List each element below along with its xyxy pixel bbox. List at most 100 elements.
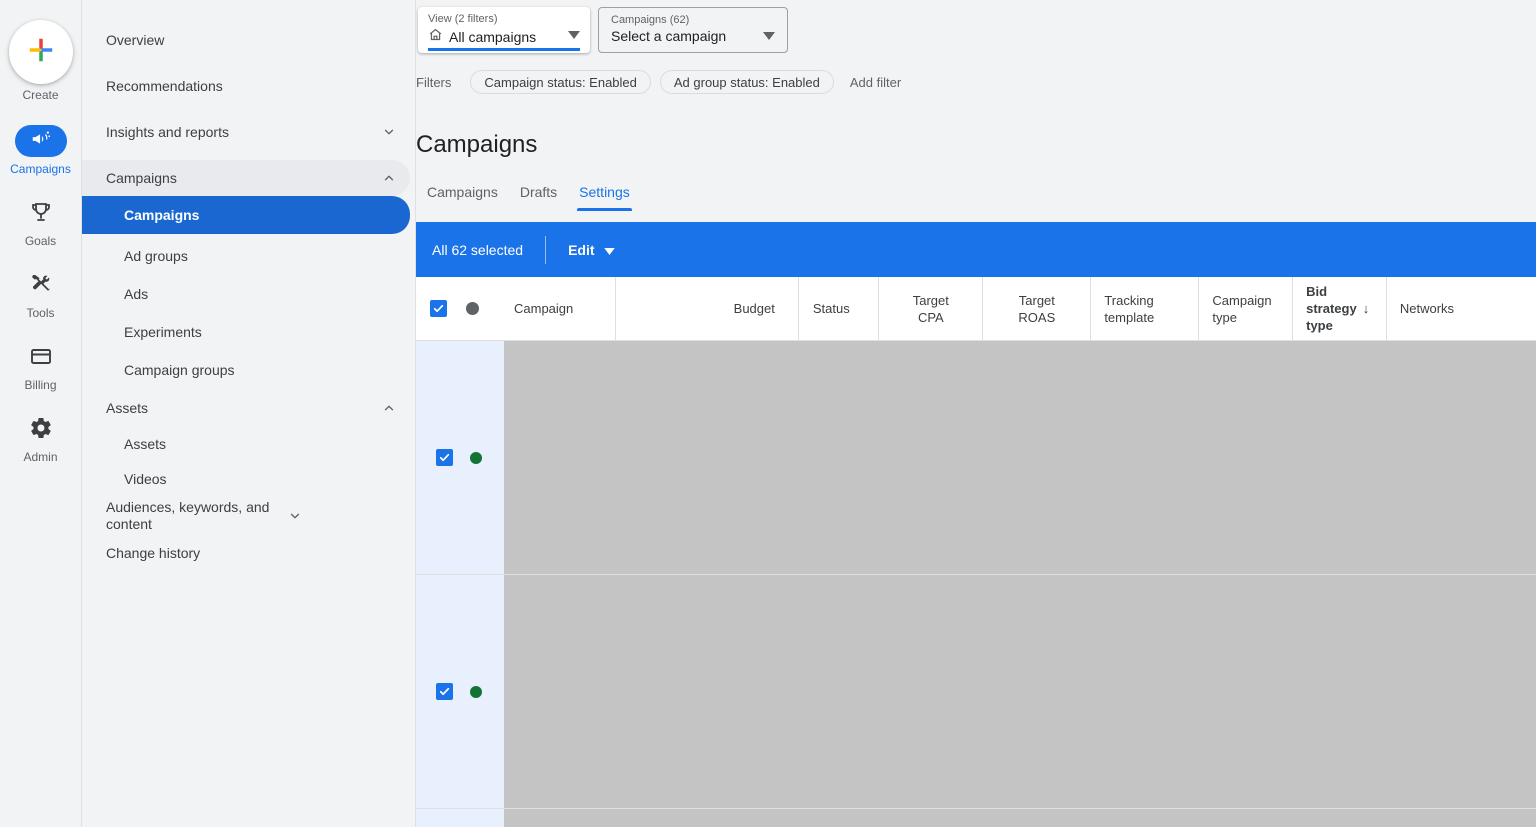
edit-button-label: Edit [568,242,594,258]
sidebar-item-overview[interactable]: Overview [82,22,410,58]
add-filter-button[interactable]: Add filter [843,75,901,90]
credit-card-icon [29,344,53,373]
sidebar-item-label: Insights and reports [106,124,382,141]
page-title: Campaigns [416,131,537,159]
tools-icon [29,272,53,301]
column-header-label-line2: strategy [1306,301,1357,316]
sidebar-item-recommendations[interactable]: Recommendations [82,68,410,104]
column-header-target-cpa[interactable]: Target CPA [879,277,983,340]
status-dot-icon [470,452,482,464]
sidebar-item-ad-groups[interactable]: Ad groups [82,238,410,274]
edit-button[interactable]: Edit [568,242,614,258]
column-header-label: Budget [734,300,775,317]
rail-item-tools[interactable]: Tools [0,271,82,320]
column-header-bid-strategy-type[interactable]: Bid strategy↓ type [1293,277,1387,340]
rail-item-admin[interactable]: Admin [0,415,82,464]
sidebar-item-audiences-keywords-and-content[interactable]: Audiences, keywords, and content [82,494,410,538]
sidebar-item-label: Ads [124,286,396,303]
sidebar-item-ads[interactable]: Ads [82,276,410,312]
row-loading-placeholder [504,575,1536,808]
trophy-icon [29,200,53,229]
row-checkbox[interactable] [436,449,453,466]
rail-item-create[interactable]: Create [0,20,82,102]
sidebar-item-label: Overview [106,32,396,49]
column-header-label: Target [913,293,949,308]
sort-descending-icon[interactable]: ↓ [1363,301,1370,316]
rail-item-billing[interactable]: Billing [0,343,82,392]
status-dot-icon [470,686,482,698]
tab-settings[interactable]: Settings [568,184,641,211]
create-button-puck[interactable] [9,20,73,84]
filter-chip-campaign-status[interactable]: Campaign status: Enabled [470,70,650,94]
icon-rail: Create Campaigns [0,0,82,827]
sidebar-item-label: Audiences, keywords, and content [106,499,288,533]
tools-icon-wrap[interactable] [15,271,67,301]
tab-campaigns[interactable]: Campaigns [416,184,509,211]
column-header-label: Bid [1306,284,1327,299]
google-ads-app: Create Campaigns [0,0,1536,827]
table-body [416,341,1536,827]
column-header-label: Target [1019,293,1055,308]
column-header-target-roas[interactable]: Target ROAS [983,277,1091,340]
tab-drafts[interactable]: Drafts [509,184,568,211]
chevron-down-icon[interactable] [763,27,775,45]
megaphone-icon [30,128,52,155]
status-dot-icon [466,302,479,315]
chevron-down-icon[interactable] [568,26,580,44]
selected-count-label: All 62 selected [432,242,523,258]
sidebar-item-label: Experiments [124,324,396,341]
row-loading-placeholder [504,341,1536,574]
sidebar-item-insights-and-reports[interactable]: Insights and reports [82,114,410,150]
view-selector[interactable]: View (2 filters) All campaigns [418,7,590,53]
sidebar-item-change-history[interactable]: Change history [82,538,410,568]
sidebar-item-campaign-groups[interactable]: Campaign groups [82,352,410,388]
column-header-campaign-type[interactable]: Campaign type [1199,277,1293,340]
table-header-row: Campaign Budget Status Target CPA T [416,277,1536,341]
column-header-label-line2: template [1104,310,1154,325]
sidebar-item-assets[interactable]: Assets [82,426,410,462]
column-header-status[interactable]: Status [799,277,879,340]
sidebar-item-label: Videos [124,471,396,488]
sidebar-section-campaigns[interactable]: Campaigns [82,160,410,196]
column-header-budget[interactable]: Budget [616,277,799,340]
column-header-label: Tracking [1104,293,1153,308]
column-header-campaign[interactable]: Campaign [416,277,616,340]
chevron-down-icon [288,509,302,523]
admin-icon-wrap[interactable] [15,415,67,445]
google-plus-icon [26,35,56,70]
select-all-checkbox[interactable] [430,300,447,317]
rail-item-goals[interactable]: Goals [0,199,82,248]
sidebar-item-label: Recommendations [106,78,396,95]
sidebar-item-label: Ad groups [124,248,396,265]
goals-icon-wrap[interactable] [15,199,67,229]
campaigns-active-pill[interactable] [15,125,67,157]
sidebar-section-assets[interactable]: Assets [82,390,410,426]
table-row[interactable] [416,341,1536,575]
billing-icon-wrap[interactable] [15,343,67,373]
row-selection-cell [416,575,504,808]
filters-row: Filters Campaign status: Enabled Ad grou… [416,70,901,94]
campaign-selector[interactable]: Campaigns (62) Select a campaign [598,7,788,53]
rail-label-admin: Admin [23,450,57,464]
rail-label-tools: Tools [26,306,54,320]
campaign-selector-label: Campaigns (62) [611,13,779,27]
column-header-networks[interactable]: Networks [1387,277,1536,340]
sidebar-item-videos[interactable]: Videos [82,464,410,494]
column-header-tracking-template[interactable]: Tracking template [1091,277,1199,340]
home-icon [428,27,443,47]
view-selector-focus-underline [428,48,580,51]
filter-chip-ad-group-status[interactable]: Ad group status: Enabled [660,70,834,94]
filters-label: Filters [416,75,451,90]
table-row[interactable] [416,575,1536,809]
rail-item-campaigns[interactable]: Campaigns [0,125,82,176]
sidebar-item-label: Campaigns [124,207,396,224]
row-selection-cell [416,341,504,574]
sidebar-item-label: Assets [124,436,396,453]
view-selector-value: All campaigns [449,29,536,45]
row-checkbox[interactable] [436,683,453,700]
chevron-up-icon [382,401,396,415]
table-row[interactable] [416,809,1536,827]
sidebar-item-campaigns[interactable]: Campaigns [82,196,410,234]
rail-label-billing: Billing [24,378,56,392]
sidebar-item-experiments[interactable]: Experiments [82,314,410,350]
